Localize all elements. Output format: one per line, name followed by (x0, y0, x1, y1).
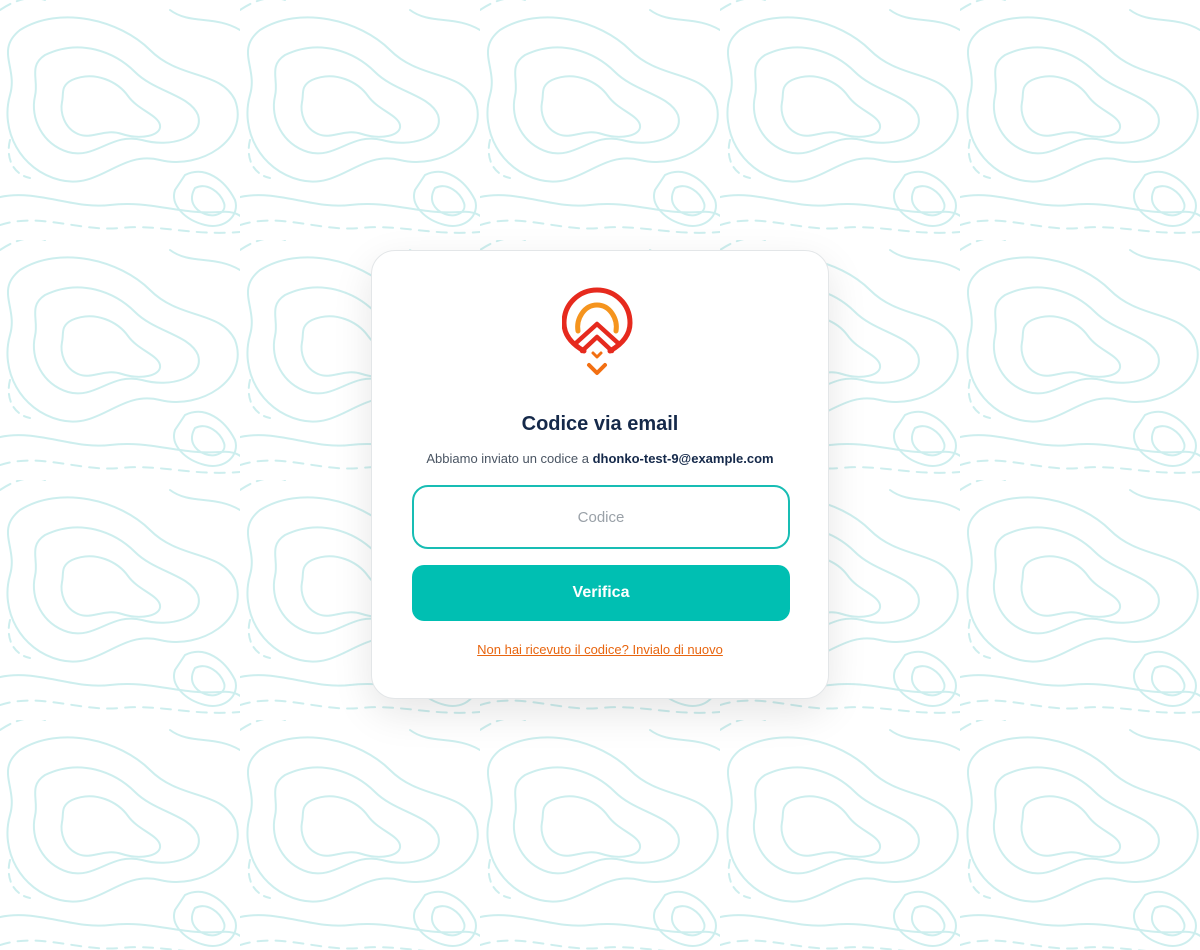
sent-to-prefix: Abbiamo inviato un codice a (426, 451, 589, 466)
brand-logo-icon (562, 287, 633, 375)
resend-code-link[interactable]: Non hai ricevuto il codice? Invialo di n… (372, 642, 828, 657)
page-title: Codice via email (521, 413, 679, 435)
recipient-email: dhonko-test-9@example.com (592, 451, 774, 466)
sent-to-message: Abbiamo inviato un codice a dhonko-test-… (372, 451, 828, 466)
verify-button[interactable]: Verifica (412, 565, 790, 621)
verification-card: Codice via email Abbiamo inviato un codi… (371, 250, 829, 699)
verification-code-input[interactable] (412, 485, 790, 549)
